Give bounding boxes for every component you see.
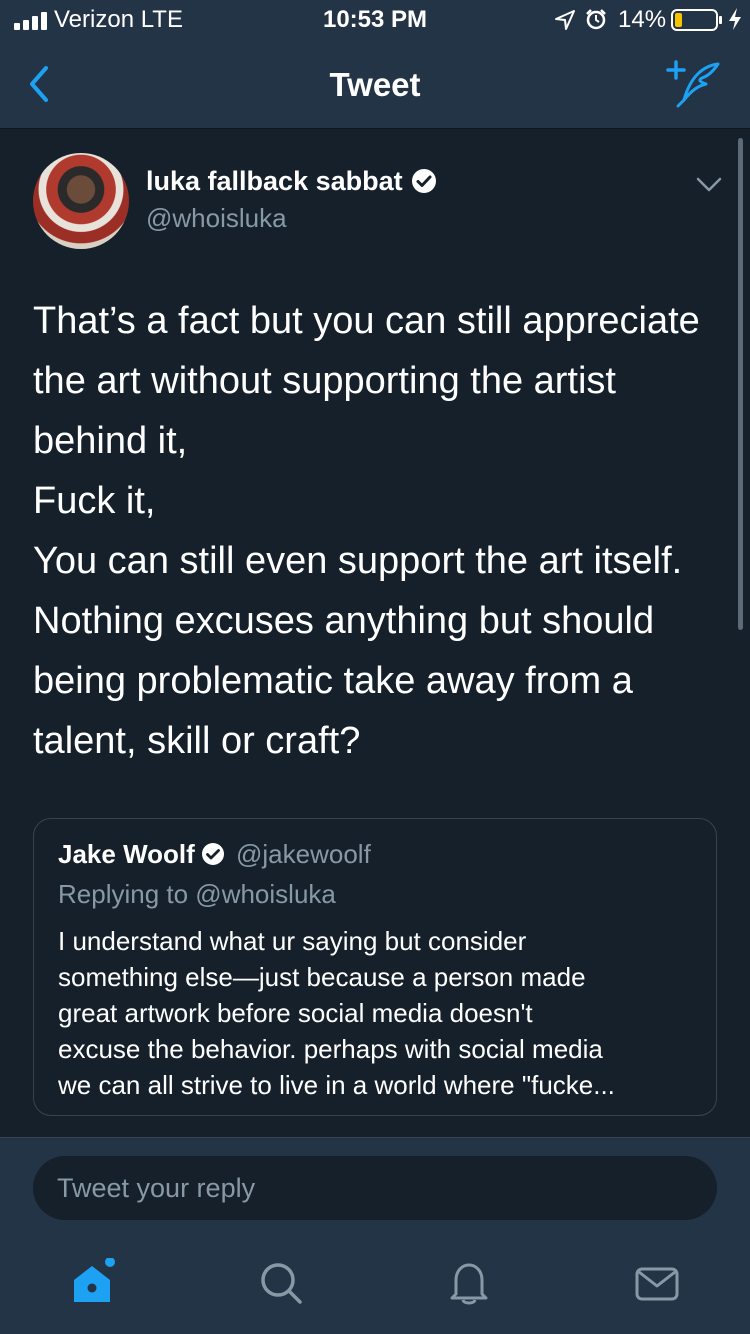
- quoted-author-name: Jake Woolf: [58, 839, 195, 869]
- replying-to-label: Replying to @whoisluka: [58, 879, 336, 909]
- tweet-text-line: Fuck it,: [33, 480, 156, 522]
- quoted-text-line: something else—just because a person mad…: [58, 962, 586, 992]
- quoted-text-line: we can all strive to live in a world whe…: [58, 1070, 615, 1100]
- verified-badge-icon: [201, 843, 224, 865]
- charging-bolt-icon: [729, 8, 741, 30]
- chevron-down-icon[interactable]: [696, 177, 722, 193]
- quoted-text-line: excuse the behavior. perhaps with social…: [58, 1034, 603, 1064]
- location-arrow-icon: [555, 10, 575, 30]
- quoted-text-line: great artwork before social media doesn'…: [58, 998, 533, 1028]
- page-title: Tweet: [329, 66, 421, 103]
- tab-bar: [0, 1240, 750, 1334]
- author-name-text: luka fallback sabbat: [146, 166, 403, 196]
- reply-input[interactable]: Tweet your reply: [33, 1156, 717, 1220]
- status-bar: Verizon LTE 10:53 PM 14%: [0, 0, 750, 40]
- home-icon[interactable]: [68, 1258, 118, 1308]
- reply-bar: Tweet your reply: [0, 1137, 750, 1241]
- tweet-detail: luka fallback sabbat @whoisluka That’s a…: [0, 129, 750, 1135]
- notifications-icon[interactable]: [444, 1258, 494, 1308]
- author-name[interactable]: luka fallback sabbat: [146, 166, 437, 197]
- verified-badge-icon: [411, 169, 436, 193]
- quoted-text-line: I understand what ur saying but consider: [58, 926, 527, 956]
- tweet-text-line: the art without supporting the artist: [33, 360, 616, 402]
- tweet-text-line: behind it,: [33, 420, 188, 462]
- compose-tweet-icon[interactable]: [664, 60, 722, 108]
- alarm-icon: [586, 9, 606, 30]
- quoted-tweet-header: Jake Woolf @jakewoolf: [58, 839, 371, 870]
- messages-icon[interactable]: [632, 1258, 682, 1308]
- tweet-text-line: You can still even support the art itsel…: [33, 540, 683, 582]
- battery-icon: [671, 9, 722, 31]
- tweet-text-line: talent, skill or craft?: [33, 720, 361, 762]
- tweet-text-line: That’s a fact but you can still apprecia…: [33, 300, 700, 342]
- search-icon[interactable]: [256, 1258, 306, 1308]
- quoted-tweet-text: I understand what ur saying but consider…: [58, 923, 698, 1103]
- avatar[interactable]: [33, 153, 129, 249]
- scrollbar[interactable]: [738, 138, 743, 630]
- quoted-author-handle: @jakewoolf: [236, 839, 371, 869]
- tweet-text-line: being problematic take away from a: [33, 660, 633, 702]
- battery-percent: 14%: [618, 6, 667, 33]
- quoted-tweet[interactable]: Jake Woolf @jakewoolf Replying to @whois…: [33, 818, 717, 1116]
- author-handle[interactable]: @whoisluka: [146, 203, 287, 234]
- tweet-text: That’s a fact but you can still apprecia…: [33, 291, 723, 771]
- tweet-text-line: Nothing excuses anything but should: [33, 600, 655, 642]
- nav-bar: Tweet: [0, 40, 750, 129]
